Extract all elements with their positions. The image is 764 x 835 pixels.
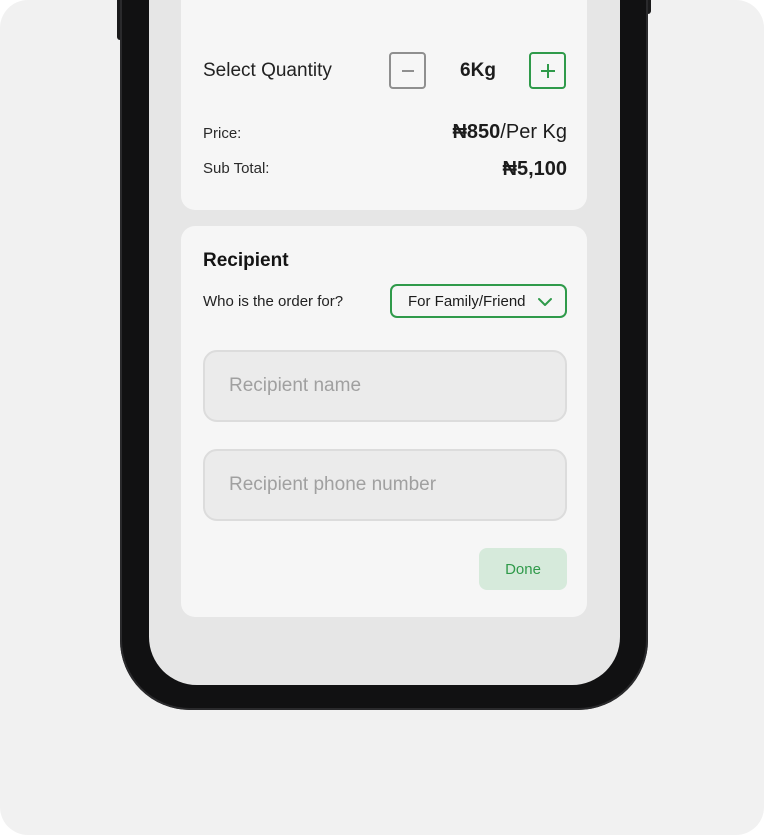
plus-icon xyxy=(540,63,555,78)
recipient-name-input[interactable] xyxy=(203,350,567,422)
price-label: Price: xyxy=(203,125,242,142)
quantity-value: 6Kg xyxy=(460,60,496,81)
subtotal-value: ₦5,100 xyxy=(502,158,568,180)
recipient-title: Recipient xyxy=(203,250,289,271)
quantity-label: Select Quantity xyxy=(203,60,332,81)
canvas: Select Quantity 6Kg Price: ₦850/Per Kg S… xyxy=(0,0,764,835)
chevron-down-icon xyxy=(538,298,552,306)
decrease-quantity-button[interactable] xyxy=(389,52,426,89)
price-unit: /Per Kg xyxy=(500,121,567,143)
recipient-question: Who is the order for? xyxy=(203,293,344,310)
increase-quantity-button[interactable] xyxy=(529,52,566,89)
recipient-type-select[interactable]: For Family/Friend xyxy=(390,284,567,318)
order-summary-card: Select Quantity 6Kg Price: ₦850/Per Kg S… xyxy=(181,0,587,210)
recipient-card: Recipient Who is the order for? For Fami… xyxy=(181,226,587,617)
recipient-phone-input[interactable] xyxy=(203,449,567,521)
minus-icon xyxy=(401,69,414,72)
price-value: ₦850/Per Kg xyxy=(452,121,567,144)
subtotal-label: Sub Total: xyxy=(203,160,270,177)
price-amount: ₦850 xyxy=(452,121,501,143)
recipient-type-value: For Family/Friend xyxy=(408,292,526,310)
phone-screen: Select Quantity 6Kg Price: ₦850/Per Kg S… xyxy=(149,0,620,685)
done-button[interactable]: Done xyxy=(479,548,567,590)
